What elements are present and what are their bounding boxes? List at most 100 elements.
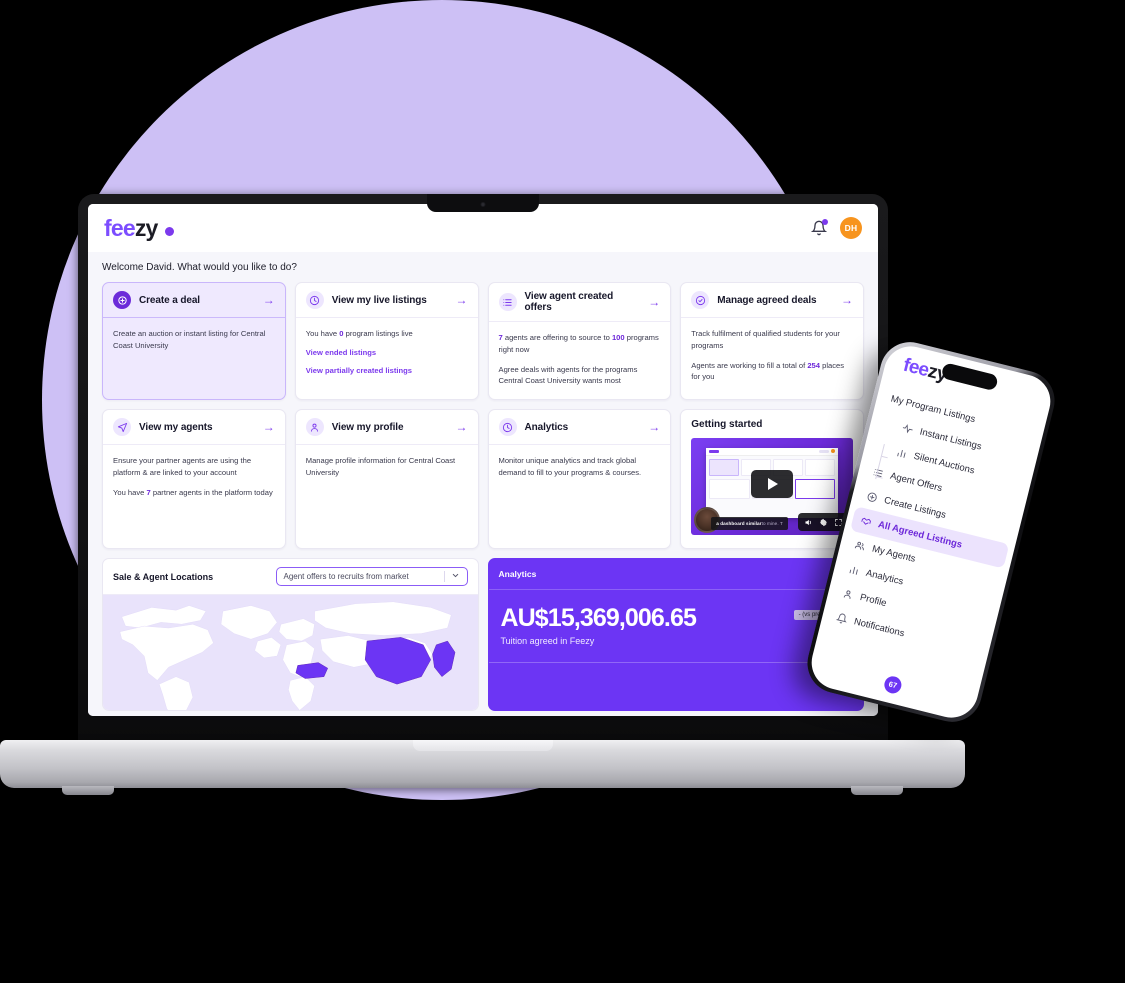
bars-icon <box>897 449 906 458</box>
card-line: Ensure your partner agents are using the… <box>113 456 252 477</box>
card-body: Ensure your partner agents are using the… <box>103 445 285 510</box>
card-arrow-icon[interactable]: → <box>648 421 660 433</box>
thumb-card <box>708 478 750 499</box>
card-arrow-icon[interactable]: → <box>841 294 853 306</box>
world-map[interactable] <box>103 595 478 711</box>
card-body: Manage profile information for Central C… <box>296 445 478 491</box>
logo-text-dark: zy <box>134 214 158 241</box>
card-header: Analytics → <box>488 410 671 446</box>
bell-icon <box>835 613 847 624</box>
screenshot-stage: feezy DH Welcome David. What would you l… <box>0 0 1125 983</box>
person-icon <box>843 590 851 599</box>
card-arrow-icon[interactable]: → <box>263 421 275 433</box>
card-analytics[interactable]: Analytics → Monitor unique analytics and… <box>487 409 672 550</box>
places-count: 254 <box>807 360 820 370</box>
chevron-down-icon[interactable] <box>451 571 467 582</box>
send-icon <box>113 418 131 437</box>
plus-circle-icon <box>867 492 877 502</box>
card-arrow-icon[interactable]: → <box>456 294 468 306</box>
card-body: 7 agents are offering to source to 100 p… <box>489 322 671 399</box>
market-filter-select[interactable]: Agent offers to recruits from market <box>275 567 468 587</box>
handshake-icon <box>861 517 871 525</box>
notifications-bell-button[interactable] <box>810 218 828 237</box>
card-title: View my live listings <box>331 294 427 306</box>
phone-dynamic-island <box>940 362 999 392</box>
card-title: View agent created offers <box>524 291 614 313</box>
card-line: You have 0 program listings live <box>306 328 468 340</box>
nav-label: My Agents <box>870 543 917 565</box>
nav-label: Analytics <box>864 567 905 588</box>
card-getting-started: Getting started a dashboard similar to m… <box>680 409 864 550</box>
program-count: 100 <box>611 333 625 342</box>
caption-rest: to mine. T <box>761 521 783 527</box>
card-title: View my profile <box>331 421 404 433</box>
card-arrow-icon[interactable]: → <box>263 294 275 306</box>
card-view-my-live-listings[interactable]: View my live listings → You have 0 progr… <box>294 282 479 401</box>
card-title: Manage agreed deals <box>717 294 817 306</box>
target-plus-icon <box>113 291 131 309</box>
list-icon <box>498 293 517 311</box>
panel-title: Sale & Agent Locations <box>113 571 214 582</box>
thumb-card <box>708 458 739 476</box>
laptop-foot-left <box>62 786 114 795</box>
laptop-foot-right <box>851 786 903 795</box>
card-arrow-icon[interactable]: → <box>456 421 468 433</box>
link-view-partially-created-listings[interactable]: View partially created listings <box>306 366 468 375</box>
analytics-title: Analytics <box>498 569 537 580</box>
app-body: Welcome David. What would you like to do… <box>88 252 878 716</box>
thumb-header <box>705 447 839 456</box>
card-line: 7 agents are offering to source to 100 p… <box>499 332 661 356</box>
card-header: View my profile → <box>295 410 478 446</box>
text-pre: You have <box>113 487 147 497</box>
play-button-icon[interactable] <box>751 469 794 498</box>
avatar[interactable]: DH <box>840 217 862 239</box>
phone-notification-badge[interactable]: 67 <box>882 674 904 696</box>
select-divider <box>443 571 445 583</box>
world-map-svg <box>119 601 456 711</box>
tuition-total-label: Tuition agreed in Feezy <box>500 636 595 647</box>
card-view-agent-created-offers[interactable]: View agent created offers → 7 agents are… <box>487 282 672 401</box>
volume-icon <box>805 519 811 525</box>
card-header: View my live listings → <box>295 283 478 318</box>
card-body: Track fulfilment of qualified students f… <box>681 318 863 395</box>
panel-analytics[interactable]: Analytics → AU$15,369,006.65 Tuition agr… <box>487 558 864 712</box>
card-view-my-profile[interactable]: View my profile → Manage profile informa… <box>294 409 479 550</box>
video-caption: a dashboard similar to mine. T <box>711 517 788 531</box>
card-line: Agree deals with agents for the programs… <box>498 364 638 386</box>
card-line: You have 7 partner agents in the platfor… <box>113 487 275 499</box>
nav-label: Notifications <box>852 616 906 640</box>
laptop-notch <box>427 194 539 212</box>
card-line: Create an auction or instant listing for… <box>113 329 266 350</box>
card-title: View my agents <box>139 421 213 433</box>
caption-bold: a dashboard similar <box>716 521 762 527</box>
logo-wordmark: feezy <box>104 215 158 242</box>
nav-label: Profile <box>858 591 888 610</box>
laptop-lid: feezy DH Welcome David. What would you l… <box>78 194 888 746</box>
pie-clock-icon <box>305 291 324 309</box>
link-view-ended-listings[interactable]: View ended listings <box>306 348 468 357</box>
panel-header: Sale & Agent Locations Agent offers to r… <box>103 559 478 596</box>
analytics-body: AU$15,369,006.65 Tuition agreed in Feezy… <box>489 590 864 656</box>
card-view-my-agents[interactable]: View my agents → Ensure your partner age… <box>102 409 286 550</box>
getting-started-video[interactable]: a dashboard similar to mine. T <box>691 438 853 536</box>
card-line: Manage profile information for Central C… <box>305 456 456 477</box>
thumb-pill <box>819 449 830 453</box>
feezy-logo[interactable]: feezy <box>104 215 174 242</box>
card-line: Agents are working to fill a total of 25… <box>691 360 853 384</box>
welcome-message: Welcome David. What would you like to do… <box>102 262 297 273</box>
text-pre: Agents are working to fill a total of <box>691 360 808 370</box>
panel-sale-agent-locations: Sale & Agent Locations Agent offers to r… <box>102 558 479 712</box>
thumb-card-selected <box>794 478 836 499</box>
quick-action-grid-row-1: Create a deal → Create an auction or ins… <box>102 282 864 401</box>
bars-icon <box>849 566 858 575</box>
laptop-base-notch <box>412 740 553 751</box>
card-manage-agreed-deals[interactable]: Manage agreed deals → Track fulfilment o… <box>680 282 864 401</box>
notification-dot-icon <box>822 218 828 225</box>
card-create-a-deal[interactable]: Create a deal → Create an auction or ins… <box>102 282 286 401</box>
card-header: Create a deal → <box>103 283 285 318</box>
bottom-row: Sale & Agent Locations Agent offers to r… <box>102 558 864 712</box>
quick-action-grid-row-2: View my agents → Ensure your partner age… <box>102 409 864 550</box>
text-mid: agents are offering to source to <box>502 333 612 342</box>
thumb-logo <box>708 449 719 453</box>
card-arrow-icon[interactable]: → <box>648 296 660 308</box>
